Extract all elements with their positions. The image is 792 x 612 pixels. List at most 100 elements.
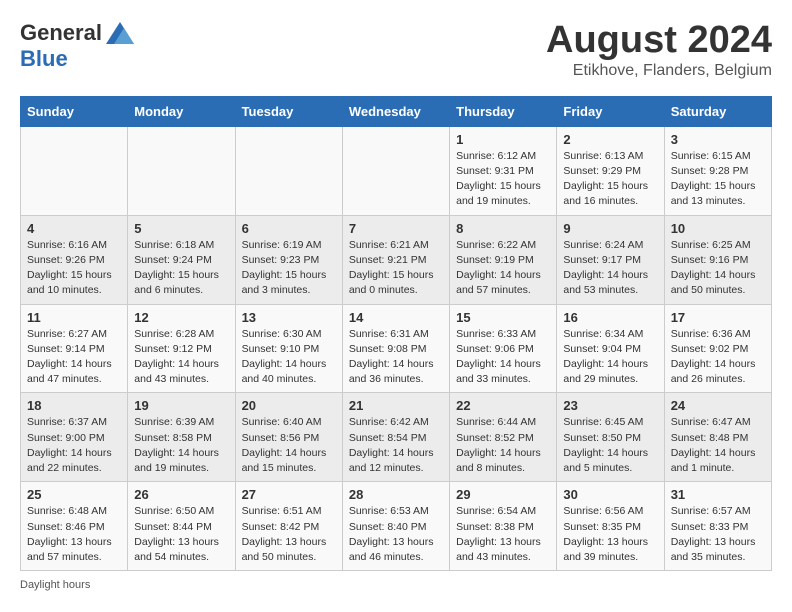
day-number: 21 [349,398,443,413]
calendar-cell: 1Sunrise: 6:12 AM Sunset: 9:31 PM Daylig… [450,126,557,215]
calendar-week-row: 11 Sunrise: 6:27 AM Sunset: 9:14 PM Dayli… [21,304,772,393]
calendar-cell: 26Sunrise: 6:50 AM Sunset: 8:44 PM Dayli… [128,482,235,571]
calendar-week-row: 4 Sunrise: 6:16 AM Sunset: 9:26 PM Daylig… [21,215,772,304]
page-header: General Blue August 2024 Etikhove, Fland… [20,20,772,80]
day-info: Sunrise: 6:13 AM Sunset: 9:29 PM Dayligh… [563,149,657,210]
day-number: 5 [134,221,228,236]
day-info: Sunrise: 6:12 AM Sunset: 9:31 PM Dayligh… [456,149,550,210]
day-header-thursday: Thursday [450,96,557,126]
day-number: 15 [456,310,550,325]
day-info: Sunrise: 6:40 AM Sunset: 8:56 PM Dayligh… [242,415,336,476]
calendar-cell: 7 Sunrise: 6:21 AM Sunset: 9:21 PM Daylig… [342,215,449,304]
calendar-footer: Daylight hours [20,579,772,591]
day-header-monday: Monday [128,96,235,126]
calendar-cell: 23 Sunrise: 6:45 AM Sunset: 8:50 PM Dayli… [557,393,664,482]
day-info: Sunrise: 6:22 AM Sunset: 9:19 PM Dayligh… [456,238,550,299]
calendar-cell: 30Sunrise: 6:56 AM Sunset: 8:35 PM Dayli… [557,482,664,571]
day-header-saturday: Saturday [664,96,771,126]
location-subtitle: Etikhove, Flanders, Belgium [546,62,772,80]
day-info: Sunrise: 6:54 AM Sunset: 8:38 PM Dayligh… [456,504,550,565]
day-number: 3 [671,132,765,147]
day-info: Sunrise: 6:31 AM Sunset: 9:08 PM Dayligh… [349,327,443,388]
day-number: 24 [671,398,765,413]
day-info: Sunrise: 6:30 AM Sunset: 9:10 PM Dayligh… [242,327,336,388]
calendar-cell: 13 Sunrise: 6:30 AM Sunset: 9:10 PM Dayli… [235,304,342,393]
calendar-table: SundayMondayTuesdayWednesdayThursdayFrid… [20,96,772,571]
title-block: August 2024 Etikhove, Flanders, Belgium [546,20,772,80]
calendar-cell: 4 Sunrise: 6:16 AM Sunset: 9:26 PM Daylig… [21,215,128,304]
day-number: 28 [349,487,443,502]
day-number: 22 [456,398,550,413]
calendar-cell: 5Sunrise: 6:18 AM Sunset: 9:24 PM Daylig… [128,215,235,304]
day-number: 31 [671,487,765,502]
day-number: 18 [27,398,121,413]
day-info: Sunrise: 6:19 AM Sunset: 9:23 PM Dayligh… [242,238,336,299]
day-info: Sunrise: 6:25 AM Sunset: 9:16 PM Dayligh… [671,238,765,299]
day-number: 29 [456,487,550,502]
day-info: Sunrise: 6:39 AM Sunset: 8:58 PM Dayligh… [134,415,228,476]
day-number: 7 [349,221,443,236]
day-number: 27 [242,487,336,502]
day-info: Sunrise: 6:36 AM Sunset: 9:02 PM Dayligh… [671,327,765,388]
calendar-cell: 31 Sunrise: 6:57 AM Sunset: 8:33 PM Dayli… [664,482,771,571]
day-info: Sunrise: 6:16 AM Sunset: 9:26 PM Dayligh… [27,238,121,299]
logo-icon [106,22,134,44]
calendar-cell: 29 Sunrise: 6:54 AM Sunset: 8:38 PM Dayli… [450,482,557,571]
day-number: 2 [563,132,657,147]
day-number: 17 [671,310,765,325]
day-header-sunday: Sunday [21,96,128,126]
calendar-cell: 12 Sunrise: 6:28 AM Sunset: 9:12 PM Dayli… [128,304,235,393]
day-number: 23 [563,398,657,413]
day-info: Sunrise: 6:53 AM Sunset: 8:40 PM Dayligh… [349,504,443,565]
day-number: 25 [27,487,121,502]
calendar-cell: 8Sunrise: 6:22 AM Sunset: 9:19 PM Daylig… [450,215,557,304]
day-info: Sunrise: 6:48 AM Sunset: 8:46 PM Dayligh… [27,504,121,565]
calendar-cell [21,126,128,215]
calendar-cell: 17 Sunrise: 6:36 AM Sunset: 9:02 PM Dayli… [664,304,771,393]
calendar-cell: 14 Sunrise: 6:31 AM Sunset: 9:08 PM Dayli… [342,304,449,393]
calendar-cell: 19 Sunrise: 6:39 AM Sunset: 8:58 PM Dayli… [128,393,235,482]
day-info: Sunrise: 6:56 AM Sunset: 8:35 PM Dayligh… [563,504,657,565]
day-info: Sunrise: 6:51 AM Sunset: 8:42 PM Dayligh… [242,504,336,565]
day-number: 19 [134,398,228,413]
day-info: Sunrise: 6:45 AM Sunset: 8:50 PM Dayligh… [563,415,657,476]
calendar-cell: 27 Sunrise: 6:51 AM Sunset: 8:42 PM Dayli… [235,482,342,571]
day-header-friday: Friday [557,96,664,126]
day-info: Sunrise: 6:37 AM Sunset: 9:00 PM Dayligh… [27,415,121,476]
day-info: Sunrise: 6:21 AM Sunset: 9:21 PM Dayligh… [349,238,443,299]
calendar-cell [342,126,449,215]
day-number: 12 [134,310,228,325]
calendar-cell: 11 Sunrise: 6:27 AM Sunset: 9:14 PM Dayli… [21,304,128,393]
day-number: 26 [134,487,228,502]
day-number: 9 [563,221,657,236]
calendar-cell: 3 Sunrise: 6:15 AM Sunset: 9:28 PM Daylig… [664,126,771,215]
logo: General Blue [20,20,134,72]
logo-general-text: General [20,20,102,46]
day-info: Sunrise: 6:42 AM Sunset: 8:54 PM Dayligh… [349,415,443,476]
calendar-header-row: SundayMondayTuesdayWednesdayThursdayFrid… [21,96,772,126]
calendar-cell [128,126,235,215]
day-info: Sunrise: 6:28 AM Sunset: 9:12 PM Dayligh… [134,327,228,388]
day-info: Sunrise: 6:15 AM Sunset: 9:28 PM Dayligh… [671,149,765,210]
day-info: Sunrise: 6:24 AM Sunset: 9:17 PM Dayligh… [563,238,657,299]
day-number: 4 [27,221,121,236]
calendar-cell: 10 Sunrise: 6:25 AM Sunset: 9:16 PM Dayli… [664,215,771,304]
day-number: 10 [671,221,765,236]
calendar-cell: 15 Sunrise: 6:33 AM Sunset: 9:06 PM Dayli… [450,304,557,393]
calendar-cell: 21 Sunrise: 6:42 AM Sunset: 8:54 PM Dayli… [342,393,449,482]
day-info: Sunrise: 6:27 AM Sunset: 9:14 PM Dayligh… [27,327,121,388]
calendar-cell [235,126,342,215]
calendar-cell: 28 Sunrise: 6:53 AM Sunset: 8:40 PM Dayli… [342,482,449,571]
calendar-week-row: 25 Sunrise: 6:48 AM Sunset: 8:46 PM Dayli… [21,482,772,571]
month-title: August 2024 [546,20,772,62]
day-number: 16 [563,310,657,325]
day-info: Sunrise: 6:33 AM Sunset: 9:06 PM Dayligh… [456,327,550,388]
day-number: 14 [349,310,443,325]
calendar-cell: 20Sunrise: 6:40 AM Sunset: 8:56 PM Dayli… [235,393,342,482]
daylight-label: Daylight hours [20,579,90,591]
day-info: Sunrise: 6:57 AM Sunset: 8:33 PM Dayligh… [671,504,765,565]
day-number: 11 [27,310,121,325]
day-number: 13 [242,310,336,325]
day-header-tuesday: Tuesday [235,96,342,126]
calendar-cell: 2 Sunrise: 6:13 AM Sunset: 9:29 PM Daylig… [557,126,664,215]
